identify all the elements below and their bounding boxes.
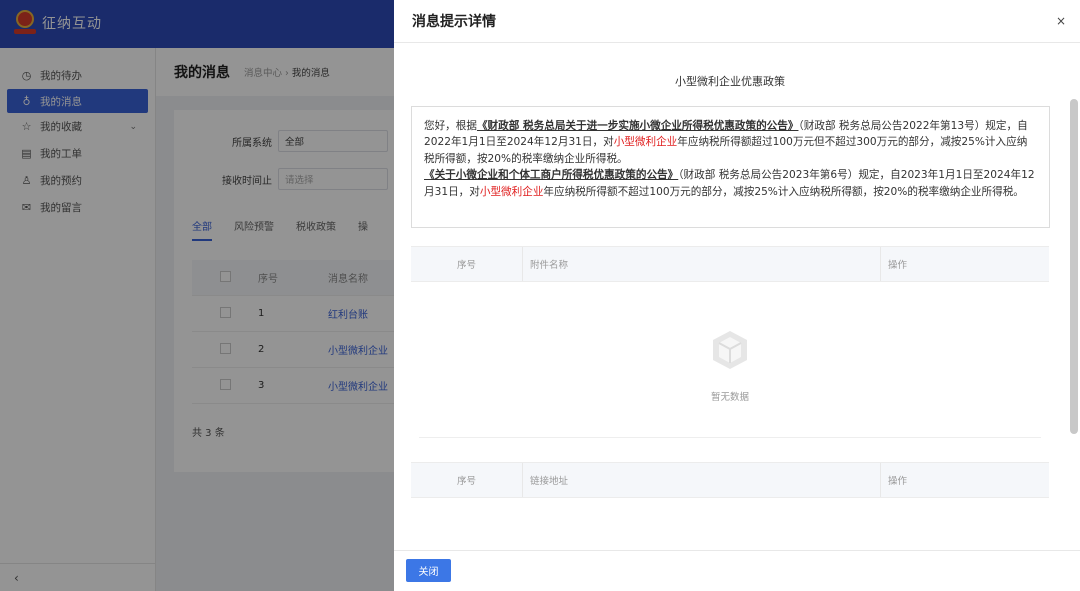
notice-text: 您好，根据 (424, 120, 477, 132)
message-detail-drawer: 消息提示详情 × 小型微利企业优惠政策 您好，根据《财政部 税务总局关于进一步实… (394, 0, 1080, 591)
link-table: 序号 链接地址 操作 (411, 462, 1049, 498)
empty-text: 暂无数据 (710, 392, 749, 403)
drawer-body: 小型微利企业优惠政策 您好，根据《财政部 税务总局关于进一步实施小微企业所得税优… (394, 43, 1080, 550)
empty-box-icon (713, 331, 747, 369)
column-no: 序号 (411, 463, 523, 497)
policy-link[interactable]: 《财政部 税务总局关于进一步实施小微企业所得税优惠政策的公告》 (477, 120, 799, 132)
drawer-footer: 关闭 (394, 550, 1080, 591)
attachment-table: 序号 附件名称 操作 (411, 246, 1049, 282)
column-no: 序号 (411, 247, 523, 281)
highlight-text: 小型微利企业 (479, 185, 544, 198)
notice-text: 年应纳税所得额不超过100万元的部分，减按25%计入应纳税所得额，按20%的税率… (543, 185, 1024, 198)
attachment-empty-state: 暂无数据 (411, 283, 1049, 438)
drawer-title: 消息提示详情 (412, 14, 496, 30)
column-operation: 操作 (888, 476, 908, 487)
notice-content: 您好，根据《财政部 税务总局关于进一步实施小微企业所得税优惠政策的公告》（财政部… (411, 106, 1050, 228)
column-attachment-name: 附件名称 (523, 247, 881, 281)
policy-link[interactable]: 《关于小微企业和个体工商户所得税优惠政策的公告》 (424, 169, 678, 181)
table-header: 序号 附件名称 操作 (411, 246, 1049, 282)
divider (419, 437, 1041, 438)
table-header: 序号 链接地址 操作 (411, 462, 1049, 498)
column-link-address: 链接地址 (523, 463, 881, 497)
scrollbar[interactable] (1070, 99, 1078, 434)
notice-title: 小型微利企业优惠政策 (675, 75, 785, 88)
close-button[interactable]: 关闭 (406, 559, 451, 582)
close-icon[interactable]: × (1056, 14, 1066, 28)
highlight-text: 小型微利企业 (613, 136, 678, 149)
column-operation: 操作 (888, 260, 908, 271)
drawer-header: 消息提示详情 (394, 0, 1080, 43)
